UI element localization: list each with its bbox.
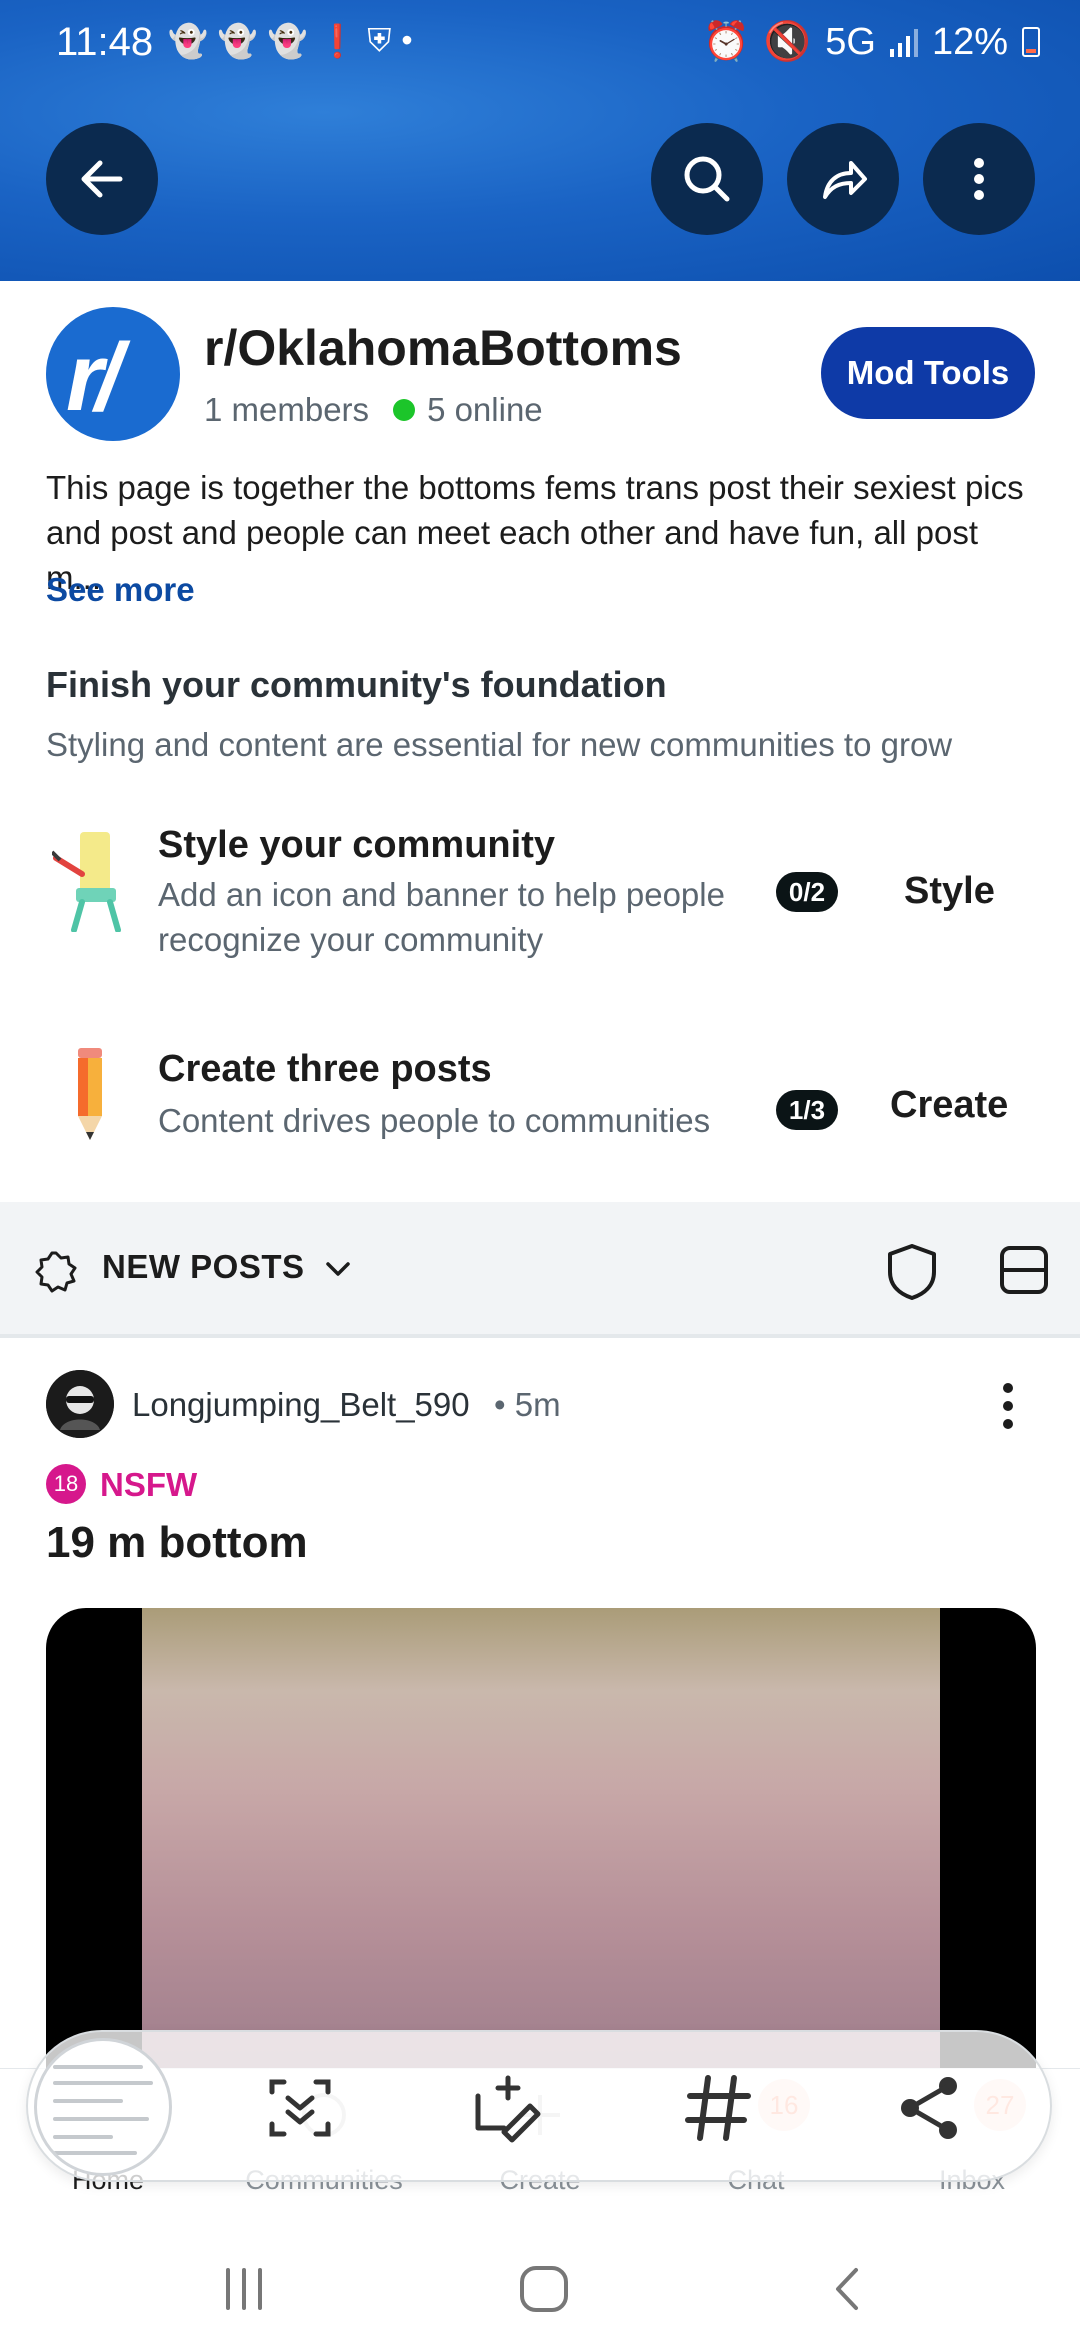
nsfw-label: NSFW (100, 1466, 198, 1503)
mute-icon: 🔇 (763, 21, 812, 63)
share-icon[interactable] (890, 2068, 970, 2148)
post-username[interactable]: Longjumping_Belt_590 (132, 1386, 470, 1424)
user-avatar-icon (46, 1370, 114, 1438)
post-title[interactable]: 19 m bottom (46, 1518, 308, 1568)
avatar-text: r/ (66, 324, 122, 431)
community-name: r/OklahomaBottoms (204, 320, 682, 376)
hashtag-icon[interactable] (678, 2068, 758, 2148)
foundation-title: Finish your community's foundation (46, 664, 667, 705)
signal-icon (889, 29, 918, 57)
task-title: Style your community (158, 824, 555, 866)
easel-icon (52, 832, 121, 932)
sort-bar: NEW POSTS (0, 1202, 1080, 1338)
share-arrow-icon (823, 161, 867, 199)
search-icon (684, 156, 730, 202)
screenshot-thumbnail[interactable] (34, 2038, 172, 2176)
draw-icon[interactable] (468, 2068, 548, 2148)
mod-tools-button[interactable]: Mod Tools (821, 327, 1035, 419)
foundation-subtitle: Styling and content are essential for ne… (46, 726, 953, 763)
arrow-left-icon (81, 160, 123, 198)
task-description: Add an icon and banner to help people re… (158, 876, 725, 958)
network-label: 5G (825, 20, 876, 63)
back-button[interactable] (46, 123, 158, 235)
task-description: Content drives people to communities (158, 1102, 711, 1139)
sort-label: NEW POSTS (102, 1248, 305, 1285)
snapchat-icon: 👻 (267, 23, 308, 59)
community-avatar[interactable]: r/ (46, 307, 180, 441)
post-time: • 5m (494, 1386, 561, 1423)
sort-dropdown[interactable]: NEW POSTS (102, 1248, 352, 1286)
media-image (142, 1608, 940, 2068)
battery-percent: 12% (931, 20, 1008, 63)
member-count: 1 members (204, 391, 370, 428)
battery-icon (1022, 27, 1040, 57)
search-button[interactable] (651, 123, 763, 235)
home-circle-icon[interactable] (514, 2264, 574, 2314)
task-title: Create three posts (158, 1048, 492, 1090)
task-style-community: Style your community Add an icon and ban… (0, 800, 1080, 980)
chevron-down-icon (326, 1262, 350, 1277)
pencil-icon (78, 1048, 102, 1140)
community-stats: 1 members 5 online (204, 391, 543, 429)
shield-icon[interactable] (884, 1242, 940, 1302)
progress-badge: 1/3 (776, 1090, 838, 1130)
create-button[interactable]: Create (890, 1084, 1008, 1127)
alert-icon: ❗ (317, 23, 358, 59)
recents-icon[interactable] (214, 2264, 274, 2314)
task-create-posts: Create three posts Content drives people… (0, 1036, 1080, 1166)
progress-badge: 0/2 (776, 872, 838, 912)
dot-icon: • (401, 22, 413, 58)
smart-select-overlay (26, 2030, 1052, 2182)
nsfw-badge: 18 (46, 1464, 86, 1504)
snapchat-icon: 👻 (168, 23, 208, 59)
back-chevron-icon[interactable] (818, 2264, 878, 2314)
more-options-button[interactable] (923, 123, 1035, 235)
more-vertical-icon[interactable] (986, 1380, 1030, 1432)
style-button[interactable]: Style (904, 870, 995, 913)
alarm-icon: ⏰ (702, 21, 750, 63)
online-count: 5 online (427, 391, 543, 428)
online-dot-icon (393, 399, 416, 421)
smart-select-icon[interactable] (260, 2068, 340, 2148)
notification-icons: 👻 👻 👻 ❗ ⛨ • (168, 22, 413, 60)
post-media[interactable] (46, 1608, 1036, 2068)
system-navigation (0, 2230, 1080, 2340)
see-more-link[interactable]: See more (46, 571, 195, 609)
share-button[interactable] (787, 123, 899, 235)
snapchat-icon: 👻 (217, 23, 258, 59)
shield-notification-icon: ⛨ (367, 22, 392, 58)
gear-badge-icon (35, 1251, 77, 1293)
status-bar: 11:48 👻 👻 👻 ❗ ⛨ • ⏰ 🔇 5G 12% (0, 0, 1080, 90)
status-time: 11:48 (56, 20, 154, 64)
card-view-icon[interactable] (998, 1244, 1050, 1296)
status-right: ⏰ 🔇 5G 12% (703, 20, 1040, 64)
post-author-avatar[interactable] (46, 1370, 114, 1438)
more-vertical-icon (974, 158, 984, 200)
